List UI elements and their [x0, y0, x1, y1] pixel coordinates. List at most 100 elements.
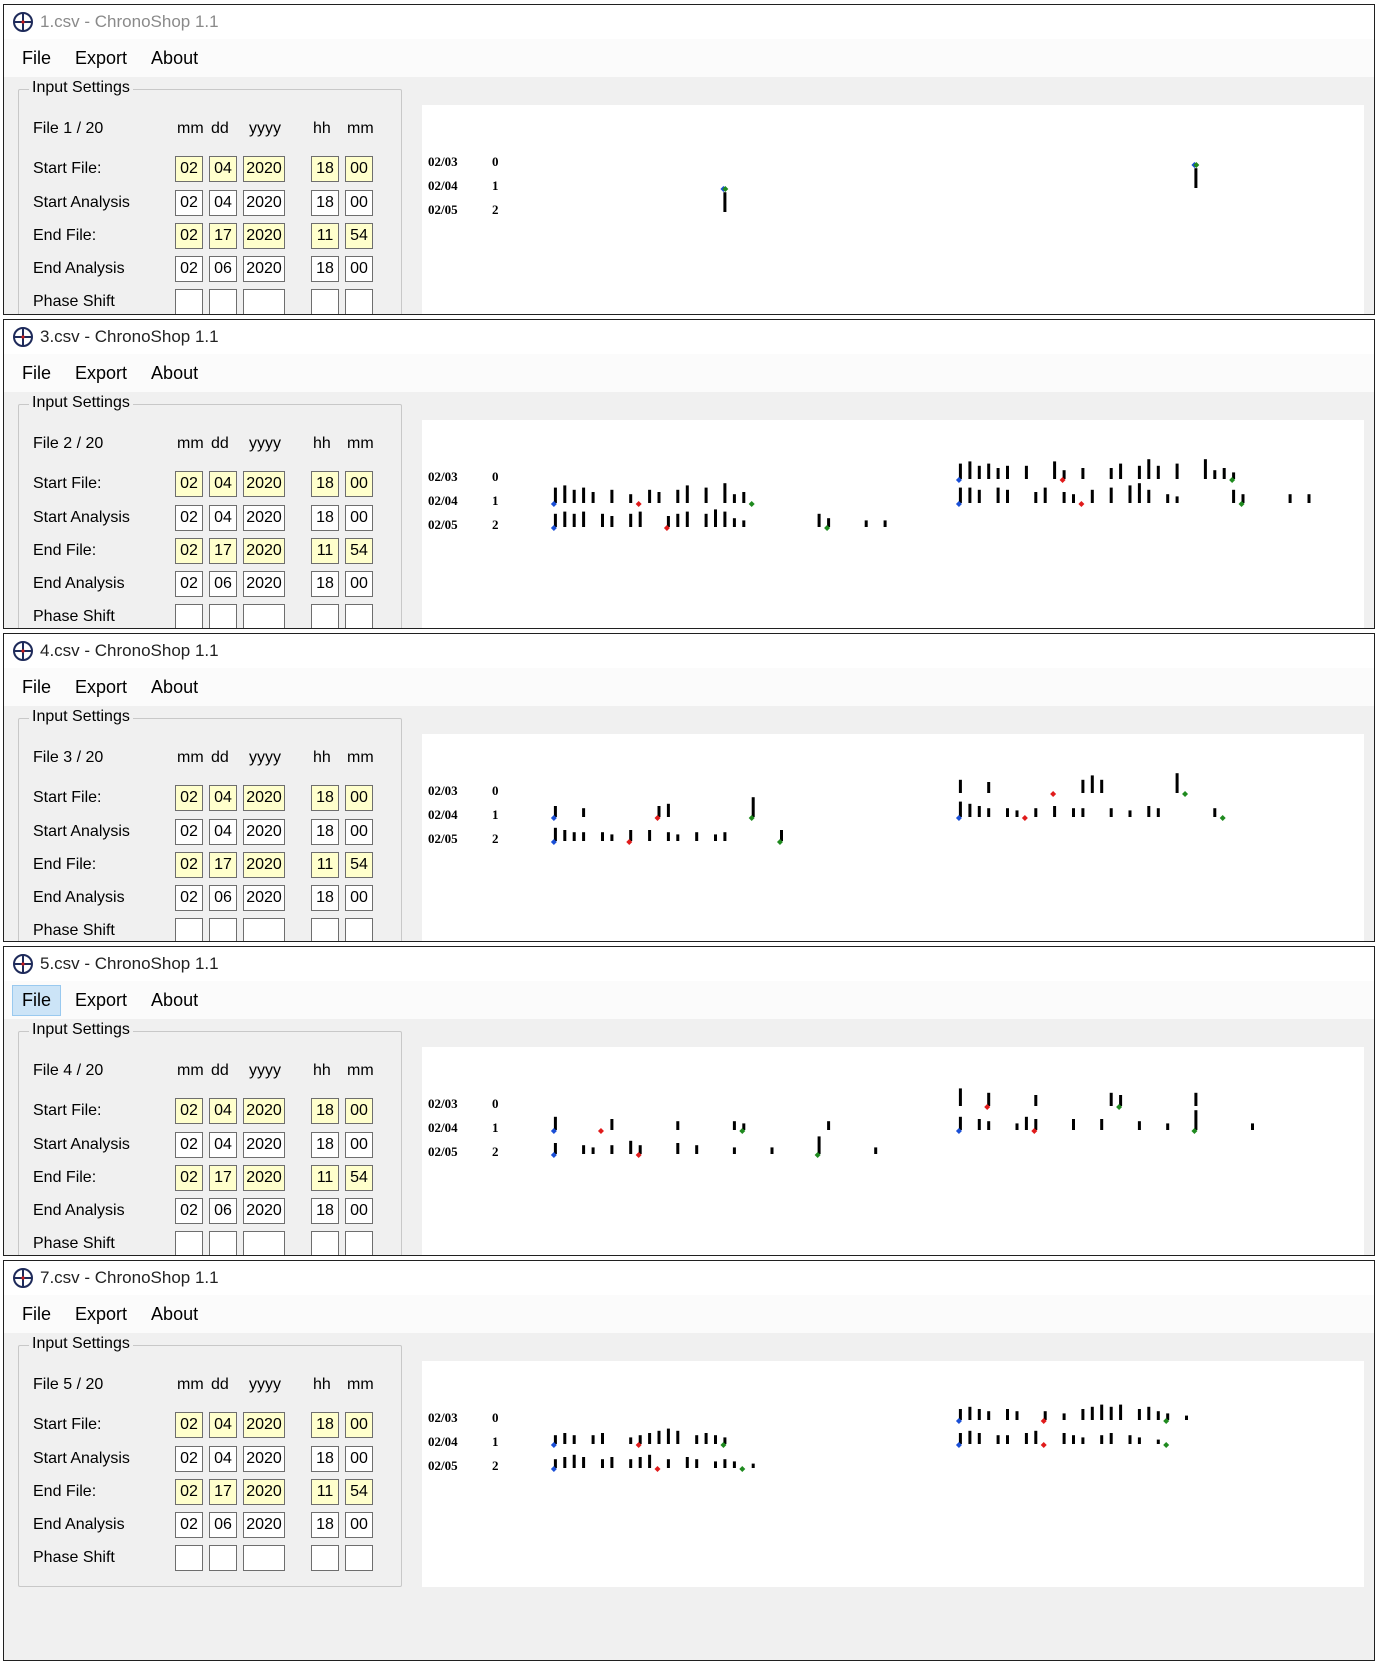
menu-file[interactable]: File [12, 358, 61, 389]
menu-file[interactable]: File [12, 43, 61, 74]
end-analysis-dd-field[interactable]: 06 [209, 885, 237, 911]
start-file-mm-field[interactable]: 02 [175, 471, 203, 497]
end-file-dd-field[interactable]: 17 [209, 538, 237, 564]
start-analysis-hh-field[interactable]: 18 [311, 190, 339, 216]
end-analysis-mm-field[interactable]: 02 [175, 571, 203, 597]
end-analysis-dd-field[interactable]: 06 [209, 1198, 237, 1224]
start-analysis-mm-field[interactable]: 02 [175, 505, 203, 531]
menu-about[interactable]: About [141, 358, 208, 389]
start-analysis-dd-field[interactable]: 04 [209, 1132, 237, 1158]
start-file-mm-field[interactable]: 02 [175, 1098, 203, 1124]
start-file-min-field[interactable]: 00 [345, 785, 373, 811]
start-analysis-yyyy-field[interactable]: 2020 [243, 190, 285, 216]
end-file-yyyy-field[interactable]: 2020 [243, 852, 285, 878]
end-file-yyyy-field[interactable]: 2020 [243, 538, 285, 564]
end-file-mm-field[interactable]: 02 [175, 1479, 203, 1505]
start-analysis-yyyy-field[interactable]: 2020 [243, 1446, 285, 1472]
end-file-min-field[interactable]: 54 [345, 852, 373, 878]
phase-shift-min-field[interactable] [345, 604, 373, 628]
start-analysis-dd-field[interactable]: 04 [209, 1446, 237, 1472]
menu-about[interactable]: About [141, 43, 208, 74]
start-analysis-min-field[interactable]: 00 [345, 1446, 373, 1472]
end-file-hh-field[interactable]: 11 [311, 223, 339, 249]
phase-shift-min-field[interactable] [345, 1231, 373, 1255]
end-file-mm-field[interactable]: 02 [175, 223, 203, 249]
end-analysis-min-field[interactable]: 00 [345, 885, 373, 911]
start-file-yyyy-field[interactable]: 2020 [243, 471, 285, 497]
start-file-mm-field[interactable]: 02 [175, 156, 203, 182]
phase-shift-yyyy-field[interactable] [243, 1545, 285, 1571]
phase-shift-min-field[interactable] [345, 1545, 373, 1571]
start-analysis-hh-field[interactable]: 18 [311, 505, 339, 531]
end-file-yyyy-field[interactable]: 2020 [243, 1479, 285, 1505]
phase-shift-yyyy-field[interactable] [243, 604, 285, 628]
end-analysis-min-field[interactable]: 00 [345, 571, 373, 597]
end-file-dd-field[interactable]: 17 [209, 223, 237, 249]
end-file-hh-field[interactable]: 11 [311, 1165, 339, 1191]
phase-shift-dd-field[interactable] [209, 1545, 237, 1571]
start-file-mm-field[interactable]: 02 [175, 785, 203, 811]
end-file-min-field[interactable]: 54 [345, 538, 373, 564]
phase-shift-dd-field[interactable] [209, 289, 237, 314]
start-file-hh-field[interactable]: 18 [311, 785, 339, 811]
menu-export[interactable]: Export [65, 985, 137, 1016]
phase-shift-yyyy-field[interactable] [243, 1231, 285, 1255]
end-file-min-field[interactable]: 54 [345, 223, 373, 249]
start-file-dd-field[interactable]: 04 [209, 1098, 237, 1124]
menu-export[interactable]: Export [65, 1299, 137, 1330]
menu-about[interactable]: About [141, 672, 208, 703]
start-file-hh-field[interactable]: 18 [311, 156, 339, 182]
start-file-min-field[interactable]: 00 [345, 156, 373, 182]
start-analysis-mm-field[interactable]: 02 [175, 1446, 203, 1472]
end-analysis-mm-field[interactable]: 02 [175, 256, 203, 282]
start-analysis-dd-field[interactable]: 04 [209, 819, 237, 845]
phase-shift-hh-field[interactable] [311, 1231, 339, 1255]
menu-file[interactable]: File [12, 1299, 61, 1330]
end-analysis-yyyy-field[interactable]: 2020 [243, 571, 285, 597]
start-file-dd-field[interactable]: 04 [209, 785, 237, 811]
end-file-hh-field[interactable]: 11 [311, 538, 339, 564]
end-file-dd-field[interactable]: 17 [209, 1165, 237, 1191]
menu-file[interactable]: File [12, 984, 62, 1016]
end-analysis-min-field[interactable]: 00 [345, 1512, 373, 1538]
end-file-yyyy-field[interactable]: 2020 [243, 1165, 285, 1191]
start-analysis-hh-field[interactable]: 18 [311, 1132, 339, 1158]
start-analysis-hh-field[interactable]: 18 [311, 819, 339, 845]
end-analysis-dd-field[interactable]: 06 [209, 256, 237, 282]
end-analysis-hh-field[interactable]: 18 [311, 571, 339, 597]
end-analysis-mm-field[interactable]: 02 [175, 1198, 203, 1224]
end-analysis-mm-field[interactable]: 02 [175, 885, 203, 911]
phase-shift-yyyy-field[interactable] [243, 918, 285, 941]
phase-shift-mm-field[interactable] [175, 604, 203, 628]
start-analysis-min-field[interactable]: 00 [345, 505, 373, 531]
start-analysis-min-field[interactable]: 00 [345, 190, 373, 216]
end-analysis-hh-field[interactable]: 18 [311, 885, 339, 911]
end-analysis-hh-field[interactable]: 18 [311, 1198, 339, 1224]
phase-shift-dd-field[interactable] [209, 604, 237, 628]
end-analysis-min-field[interactable]: 00 [345, 256, 373, 282]
end-file-mm-field[interactable]: 02 [175, 852, 203, 878]
start-file-min-field[interactable]: 00 [345, 1412, 373, 1438]
start-analysis-mm-field[interactable]: 02 [175, 190, 203, 216]
end-analysis-hh-field[interactable]: 18 [311, 256, 339, 282]
start-file-min-field[interactable]: 00 [345, 1098, 373, 1124]
start-analysis-min-field[interactable]: 00 [345, 1132, 373, 1158]
start-file-dd-field[interactable]: 04 [209, 156, 237, 182]
menu-file[interactable]: File [12, 672, 61, 703]
phase-shift-hh-field[interactable] [311, 604, 339, 628]
start-file-yyyy-field[interactable]: 2020 [243, 1098, 285, 1124]
end-analysis-yyyy-field[interactable]: 2020 [243, 885, 285, 911]
start-file-hh-field[interactable]: 18 [311, 1098, 339, 1124]
phase-shift-min-field[interactable] [345, 289, 373, 314]
phase-shift-mm-field[interactable] [175, 918, 203, 941]
end-file-hh-field[interactable]: 11 [311, 1479, 339, 1505]
start-file-min-field[interactable]: 00 [345, 471, 373, 497]
end-analysis-mm-field[interactable]: 02 [175, 1512, 203, 1538]
start-file-dd-field[interactable]: 04 [209, 471, 237, 497]
start-file-yyyy-field[interactable]: 2020 [243, 156, 285, 182]
start-file-mm-field[interactable]: 02 [175, 1412, 203, 1438]
start-analysis-dd-field[interactable]: 04 [209, 505, 237, 531]
phase-shift-hh-field[interactable] [311, 289, 339, 314]
phase-shift-dd-field[interactable] [209, 1231, 237, 1255]
end-file-yyyy-field[interactable]: 2020 [243, 223, 285, 249]
